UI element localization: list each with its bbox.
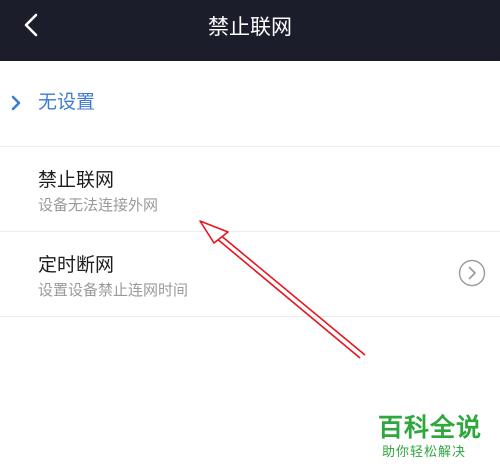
option-no-setting[interactable]: 无设置 xyxy=(0,61,500,147)
chevron-right-icon xyxy=(11,95,21,111)
chevron-right-circle-icon[interactable] xyxy=(458,259,486,287)
option-block-network-title: 禁止联网 xyxy=(38,169,115,191)
option-scheduled-disconnect-title: 定时断网 xyxy=(38,254,115,276)
option-block-network-subtitle: 设备无法连接外网 xyxy=(38,196,159,214)
option-no-setting-label: 无设置 xyxy=(38,91,96,113)
watermark-logo: 百科全说 助你轻松解决 xyxy=(378,412,488,464)
option-block-network[interactable]: 禁止联网 设备无法连接外网 xyxy=(0,147,500,232)
page-title: 禁止联网 xyxy=(208,15,292,39)
watermark-title: 百科全说 xyxy=(378,413,483,442)
watermark-subtitle: 助你轻松解决 xyxy=(382,445,467,460)
top-bar: 禁止联网 xyxy=(0,0,500,61)
option-scheduled-disconnect-subtitle: 设置设备禁止连网时间 xyxy=(38,281,189,299)
option-scheduled-disconnect[interactable]: 定时断网 设置设备禁止连网时间 xyxy=(0,232,500,317)
